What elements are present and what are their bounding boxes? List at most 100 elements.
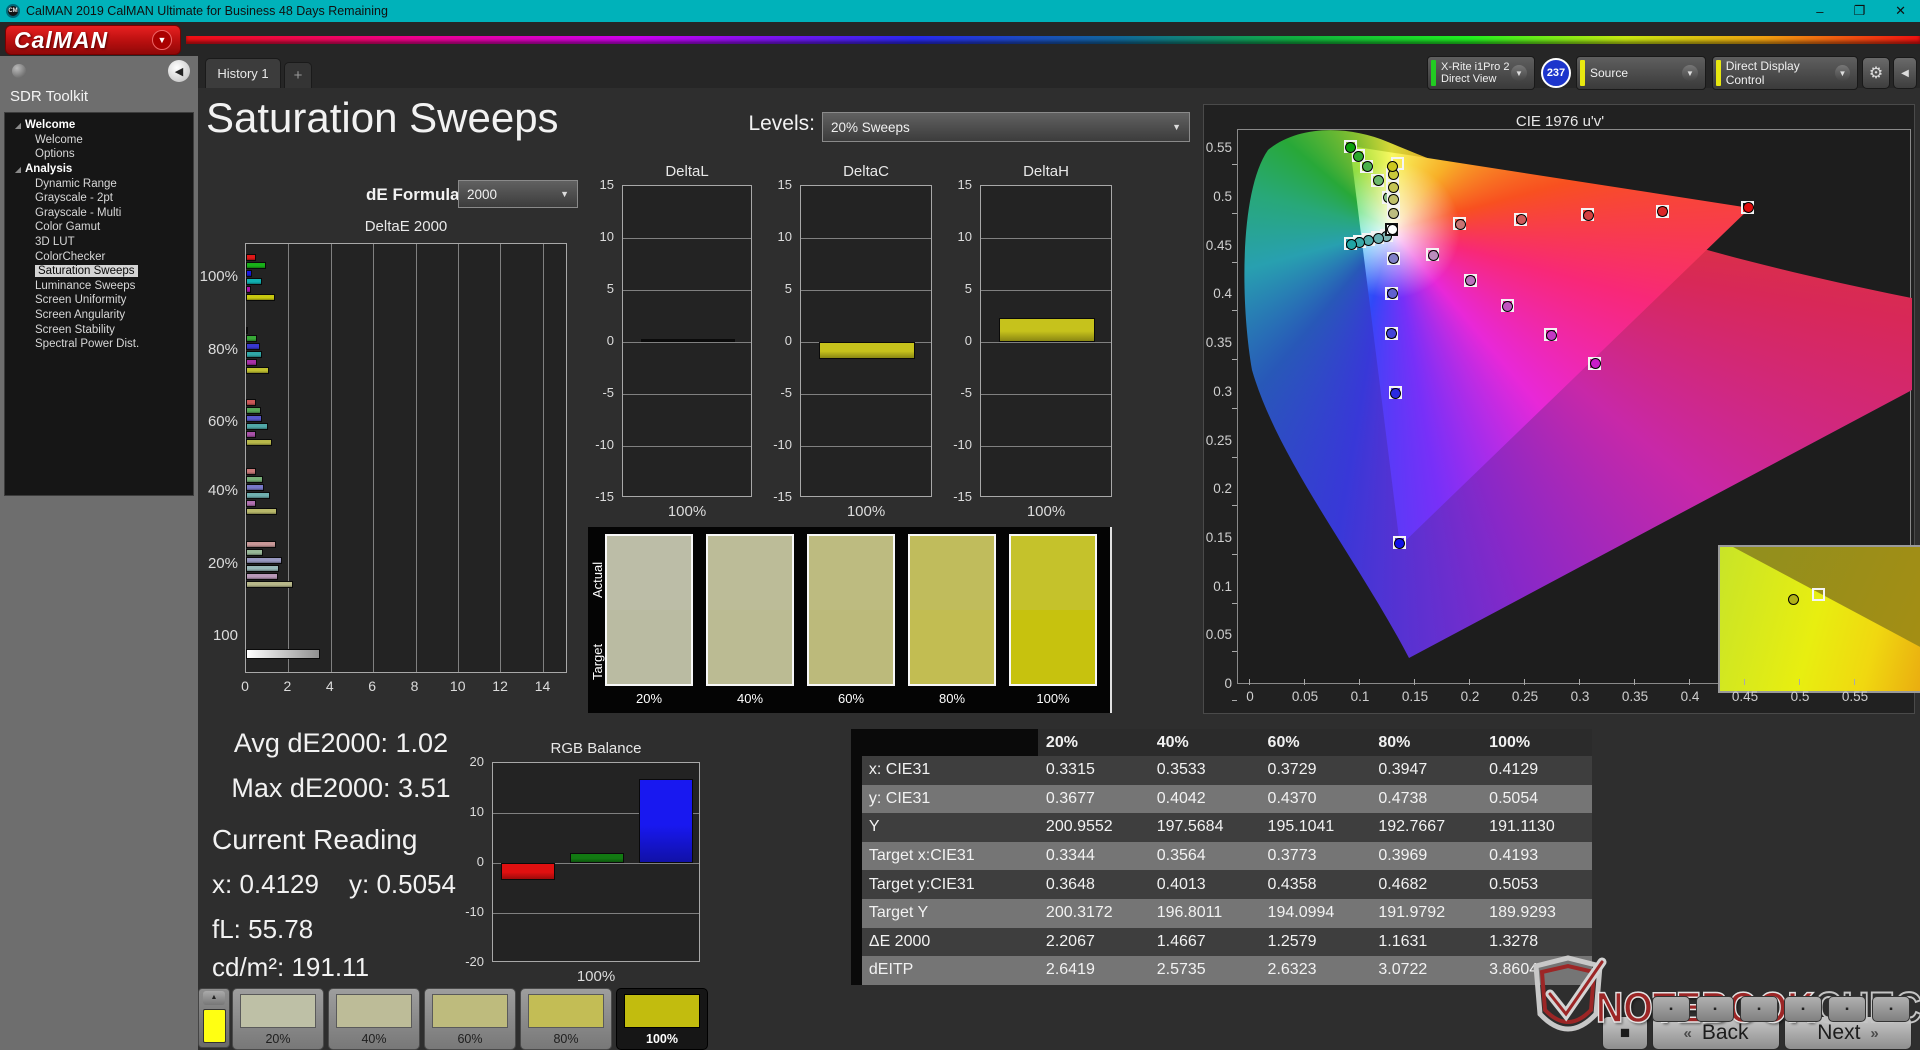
cie-y-tick: 0.15 [1204, 530, 1232, 545]
sidebar-item-screen-stability[interactable]: Screen Stability [5, 322, 193, 337]
meter-label: X-Rite i1Pro 2Direct View [1441, 61, 1509, 85]
sidebar-item-welcome[interactable]: Welcome [5, 133, 193, 148]
chart-title: DeltaL [622, 163, 752, 180]
minimize-button[interactable]: – [1816, 4, 1823, 19]
row-label: Target x:CIE31 [862, 847, 1038, 865]
reading-cdm2: cd/m²: 191.11 [212, 952, 369, 983]
expander-icon: ◢ [13, 165, 23, 174]
de-formula-value: 2000 [467, 187, 497, 202]
sidebar-collapse-button[interactable]: ◀ [168, 60, 190, 82]
panel-collapse-button[interactable]: ◀ [1893, 57, 1917, 89]
current-color-chip[interactable] [203, 1009, 226, 1043]
sidebar-item-options[interactable]: Options [5, 147, 193, 162]
meter-control-button-4[interactable]: ▪ [1784, 996, 1822, 1022]
cie-measured-circle [1390, 388, 1401, 399]
deltae-bar [246, 484, 264, 491]
sidebar-item-screen-uniformity[interactable]: Screen Uniformity [5, 293, 193, 308]
back-label: Back [1702, 1021, 1749, 1045]
group-label: 100 [186, 627, 238, 644]
deltae-bar [246, 423, 268, 430]
add-tab-button[interactable]: + [284, 62, 312, 88]
stop-button[interactable]: ■ [1602, 1016, 1648, 1050]
meter-control-button-3[interactable]: ▪ [1740, 996, 1778, 1022]
restore-button[interactable]: ❐ [1853, 3, 1865, 19]
tab-history-1[interactable]: History 1 [205, 58, 281, 88]
deltae-bar [246, 407, 261, 414]
collapse-up-button[interactable]: ▲ [203, 991, 225, 1005]
sidebar-item-color-gamut[interactable]: Color Gamut [5, 220, 193, 235]
table-cell: 197.5684 [1149, 818, 1260, 836]
app-icon: CM [6, 4, 20, 18]
pattern-button-40%[interactable]: 40% [328, 988, 420, 1050]
table-cell: 0.3947 [1370, 761, 1481, 779]
rgb_balance-bar [570, 853, 624, 863]
cie-y-tick: 0.3 [1204, 384, 1232, 399]
settings-button[interactable]: ⚙ [1862, 57, 1890, 89]
sidebar-dot-button[interactable] [12, 64, 26, 78]
table-cell: 0.4129 [1481, 761, 1592, 779]
tick-mark [1232, 651, 1237, 652]
sidebar-item-colorchecker[interactable]: ColorChecker [5, 249, 193, 264]
tick-mark [1232, 310, 1237, 311]
y-tick-label: 20 [452, 754, 484, 769]
meter-control-button-6[interactable]: ▪ [1872, 996, 1910, 1022]
inset-measured-point [1788, 594, 1799, 605]
deltae-bar [246, 468, 256, 475]
cie-measured-circle [1590, 358, 1601, 369]
meter-control-button-2[interactable]: ▪ [1696, 996, 1734, 1022]
sidebar-item-screen-angularity[interactable]: Screen Angularity [5, 308, 193, 323]
pattern-button-100%[interactable]: 100% [616, 988, 708, 1050]
cie-measured-circle [1743, 202, 1754, 213]
meter-dropdown[interactable]: X-Rite i1Pro 2Direct View ▼ [1427, 56, 1535, 90]
cie-y-tick: 0.5 [1204, 189, 1232, 204]
meter-control-button-1[interactable]: ▪ [1652, 996, 1690, 1022]
tick-mark [1799, 679, 1800, 685]
sidebar-item-analysis[interactable]: ◢Analysis [5, 162, 193, 177]
sidebar-item-welcome[interactable]: ◢Welcome [5, 118, 193, 133]
sidebar-item-3d-lut[interactable]: 3D LUT [5, 235, 193, 250]
y-tick-label: 0 [760, 333, 792, 348]
calman-logo-button[interactable]: CalMAN ▼ [5, 25, 181, 55]
close-button[interactable]: ✕ [1895, 3, 1906, 19]
sidebar-item-luminance-sweeps[interactable]: Luminance Sweeps [5, 279, 193, 294]
sidebar-item-grayscale-2pt[interactable]: Grayscale - 2pt [5, 191, 193, 206]
row-label: x: CIE31 [862, 761, 1038, 779]
group-label: 60% [186, 413, 238, 430]
y-tick-label: 10 [940, 229, 972, 244]
sidebar-item-spectral-power-dist-[interactable]: Spectral Power Dist. [5, 337, 193, 352]
pattern-button-80%[interactable]: 80% [520, 988, 612, 1050]
tick-mark [1232, 554, 1237, 555]
source-dropdown[interactable]: Source ▼ [1576, 56, 1706, 90]
table-cell: 0.3677 [1038, 790, 1149, 808]
row-label: Target Y [862, 904, 1038, 922]
sidebar-item-label: Luminance Sweeps [35, 280, 135, 292]
deltae-chart-title: DeltaE 2000 [245, 218, 567, 235]
sidebar-item-label: Screen Stability [35, 324, 115, 336]
rgb_balance-chart [492, 762, 700, 962]
toolkit-title: SDR Toolkit [10, 88, 88, 105]
y-tick-label: 10 [582, 229, 614, 244]
avg-de2000: Avg dE2000: 1.02 [205, 728, 477, 759]
display-control-dropdown[interactable]: Direct Display Control ▼ [1712, 56, 1858, 90]
calman-logo-text: CalMAN [14, 27, 108, 54]
cie-y-tick: 0.35 [1204, 335, 1232, 350]
inset-target-point [1812, 588, 1825, 601]
cie-measured-circle [1373, 233, 1384, 244]
row-sliver [851, 956, 862, 985]
swatch-20% [605, 534, 693, 686]
cie-y-tick: 0.45 [1204, 238, 1232, 253]
table-cell: 0.3729 [1260, 761, 1371, 779]
cie-y-tick: 0.4 [1204, 286, 1232, 301]
meter-control-button-5[interactable]: ▪ [1828, 996, 1866, 1022]
pattern-button-60%[interactable]: 60% [424, 988, 516, 1050]
cie-measured-circle [1388, 182, 1399, 193]
tick-mark [1634, 679, 1635, 685]
sidebar-item-dynamic-range[interactable]: Dynamic Range [5, 176, 193, 191]
levels-dropdown[interactable]: 20% Sweeps▼ [822, 112, 1190, 142]
gridline [801, 446, 931, 447]
sidebar-item-saturation-sweeps[interactable]: Saturation Sweeps [5, 264, 193, 279]
table-cell: 0.5053 [1481, 876, 1592, 894]
pattern-button-20%[interactable]: 20% [232, 988, 324, 1050]
de-formula-dropdown[interactable]: 2000▼ [458, 180, 578, 208]
sidebar-item-grayscale-multi[interactable]: Grayscale - Multi [5, 206, 193, 221]
